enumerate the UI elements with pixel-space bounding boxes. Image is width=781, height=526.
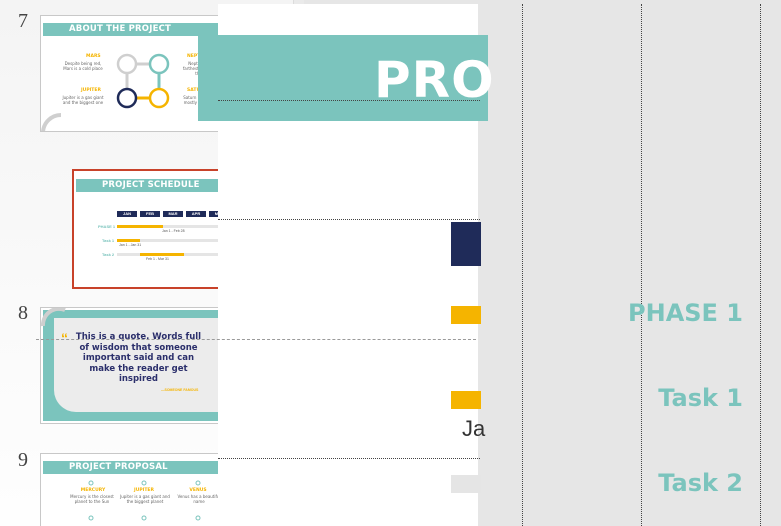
gantt-date: Jan 1 - Jan 31 <box>119 243 142 247</box>
gantt-date: Jan 1 - Feb 28 <box>162 229 185 233</box>
gantt-date: Feb 1 - Mar 31 <box>146 257 169 261</box>
gantt-row-label[interactable]: Task 1 <box>658 384 743 412</box>
quote-mark-icon: “ <box>61 330 68 346</box>
slide-number-8: 8 <box>18 302 28 324</box>
grid-guide <box>218 219 480 220</box>
dot-marker-icon <box>88 480 201 521</box>
gantt-bar <box>139 253 185 256</box>
gantt-row-label: Task 2 <box>102 252 115 257</box>
gantt-track[interactable] <box>451 475 481 493</box>
thumbnail-title: PROJECT PROPOSAL <box>43 461 246 474</box>
gantt-bar[interactable] <box>451 391 481 409</box>
cycle-diagram-icon <box>116 53 170 109</box>
gantt-row-label[interactable]: Task 2 <box>658 469 743 497</box>
gantt-row-label[interactable]: PHASE 1 <box>628 299 743 327</box>
gantt-bar[interactable] <box>451 306 481 324</box>
item-heading: JUPITER <box>81 88 101 93</box>
gantt-row-label: Task 1 <box>102 238 115 243</box>
grid-guide <box>218 458 480 459</box>
gantt-bar <box>117 225 163 228</box>
gantt-bar <box>117 239 140 242</box>
gantt-row-label: PHASE 1 <box>98 224 116 229</box>
corner-arc-decoration <box>41 308 66 327</box>
grid-guide <box>218 100 480 101</box>
slide-number-9: 9 <box>18 449 28 471</box>
slide-thumbnail-8[interactable]: “ This is a quote. Words full of wisdom … <box>40 307 247 424</box>
slide-thumbnail-9[interactable]: PROJECT PROPOSAL MERCURY Mercury is the … <box>40 453 247 526</box>
gantt-date[interactable]: Ja <box>462 416 485 442</box>
month-cell: MAR <box>163 211 183 217</box>
item-text: Jupiter is a gas giant and the biggest o… <box>62 95 104 105</box>
month-cell: JAN <box>117 211 137 217</box>
grid-guide <box>760 4 761 526</box>
item-heading: MARS <box>86 54 101 59</box>
grid-guide <box>522 4 523 526</box>
month-cell: APR <box>186 211 206 217</box>
item-text: Despite being red, Mars is a cold place <box>63 61 103 71</box>
month-cell: FEB <box>140 211 160 217</box>
grid-guide <box>641 4 642 526</box>
center-guide <box>36 339 476 340</box>
slide-number-7: 7 <box>18 10 28 32</box>
month-header-cell <box>451 222 481 266</box>
quote-author: —SOMEONE FAMOUS <box>161 388 199 392</box>
corner-arc-decoration <box>41 113 62 131</box>
